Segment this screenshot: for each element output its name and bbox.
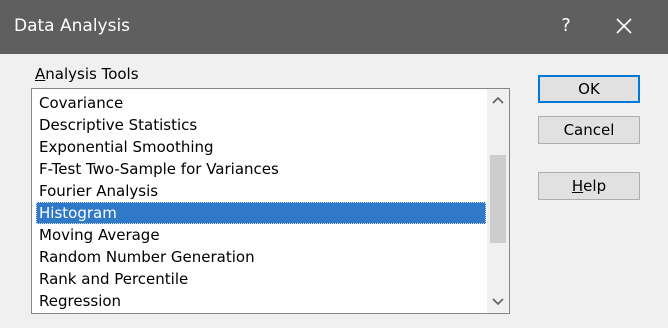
list-item-rank-and-percentile[interactable]: Rank and Percentile xyxy=(36,268,486,290)
scroll-down-arrow-icon[interactable] xyxy=(487,291,509,313)
analysis-tools-accelerator: A xyxy=(35,65,46,83)
scrollbar-thumb[interactable] xyxy=(490,155,506,243)
list-item-histogram[interactable]: Histogram xyxy=(36,202,486,224)
cancel-button[interactable]: Cancel xyxy=(538,116,640,144)
scroll-up-arrow-icon[interactable] xyxy=(487,89,509,111)
window-title: Data Analysis xyxy=(14,16,131,36)
list-item-random-number-generation[interactable]: Random Number Generation xyxy=(36,246,486,268)
help-button[interactable]: Help xyxy=(538,172,640,200)
list-item-exponential-smoothing[interactable]: Exponential Smoothing xyxy=(36,136,486,158)
analysis-tools-listbox[interactable]: Covariance Descriptive Statistics Expone… xyxy=(31,88,510,314)
ok-button[interactable]: OK xyxy=(538,75,640,103)
close-icon[interactable] xyxy=(612,14,636,38)
help-accelerator: H xyxy=(571,177,584,195)
analysis-tools-list: Covariance Descriptive Statistics Expone… xyxy=(36,92,486,312)
analysis-tools-label-text: nalysis Tools xyxy=(45,65,139,83)
help-button-label: elp xyxy=(583,177,607,195)
list-item-f-test[interactable]: F-Test Two-Sample for Variances xyxy=(36,158,486,180)
title-bar: Data Analysis ? xyxy=(0,0,668,54)
list-item-fourier-analysis[interactable]: Fourier Analysis xyxy=(36,180,486,202)
help-question-button[interactable]: ? xyxy=(556,12,576,40)
analysis-tools-label: Analysis Tools xyxy=(35,64,139,84)
list-item-descriptive-statistics[interactable]: Descriptive Statistics xyxy=(36,114,486,136)
list-item-moving-average[interactable]: Moving Average xyxy=(36,224,486,246)
list-item-regression[interactable]: Regression xyxy=(36,290,486,312)
list-item-covariance[interactable]: Covariance xyxy=(36,92,486,114)
vertical-scrollbar[interactable] xyxy=(487,89,509,313)
